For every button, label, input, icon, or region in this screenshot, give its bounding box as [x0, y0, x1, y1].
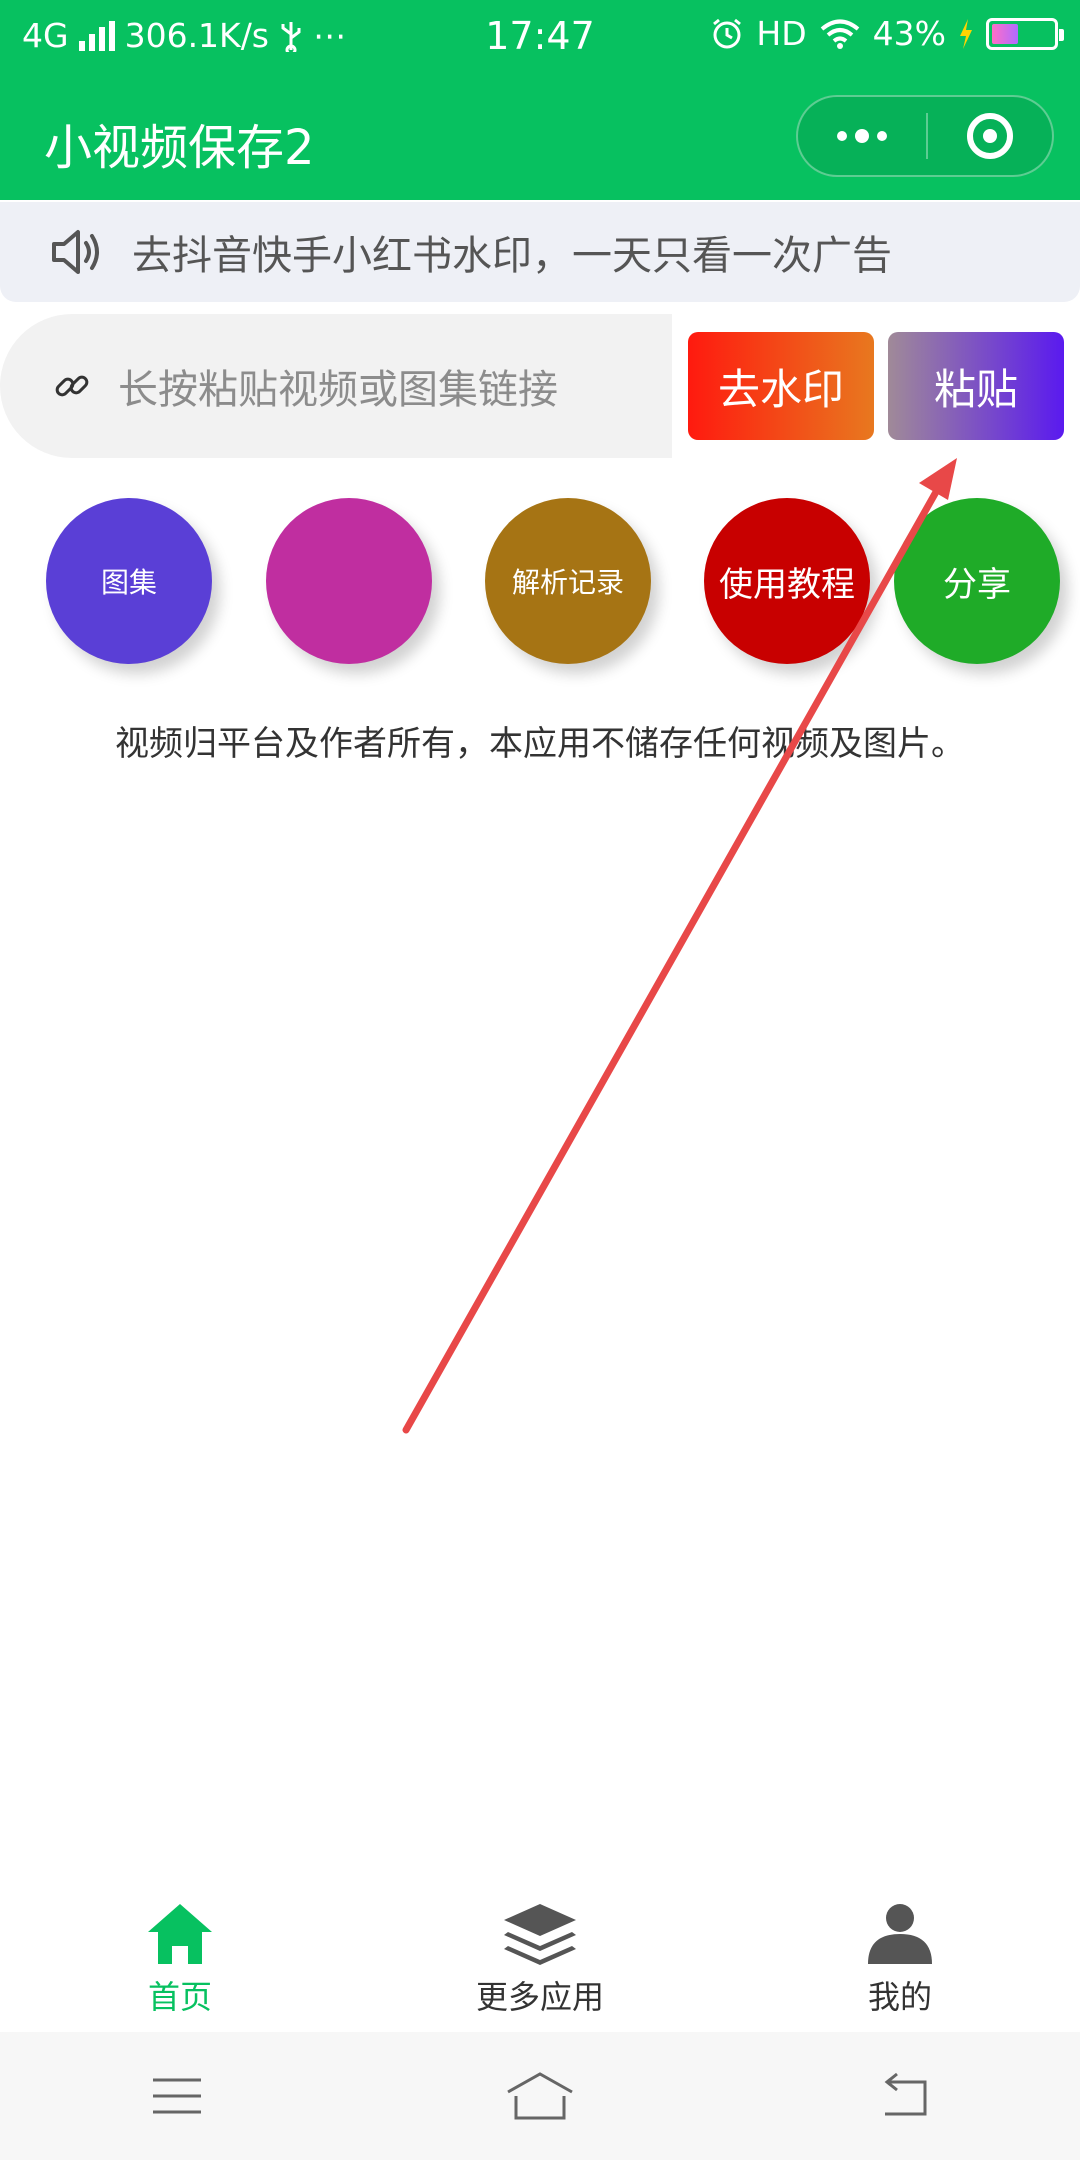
tab-more-apps[interactable]: 更多应用: [360, 1890, 720, 2030]
tutorial-button[interactable]: 使用教程: [704, 498, 870, 664]
target-icon: [967, 113, 1013, 159]
disclaimer-text: 视频归平台及作者所有，本应用不储存任何视频及图片。: [115, 724, 965, 764]
charging-icon: [960, 18, 972, 49]
history-button[interactable]: 解析记录: [485, 498, 651, 664]
gallery-button[interactable]: 图集: [46, 498, 212, 664]
remove-watermark-button[interactable]: 去水印: [688, 332, 874, 440]
menu-icon[interactable]: [149, 2074, 205, 2118]
home-icon: [148, 1904, 212, 1964]
layers-icon: [504, 1904, 576, 1965]
status-bar: 4G 306.1K/s ⋯ 17:47 HD 43%: [0, 0, 1080, 76]
link-input-placeholder: 长按粘贴视频或图集链接: [118, 367, 558, 413]
page-title: 小视频保存2: [44, 120, 315, 176]
notice-text: 去抖音快手小红书水印，一天只看一次广告: [132, 233, 892, 279]
mini-program-capsule: [796, 95, 1054, 177]
link-input[interactable]: 长按粘贴视频或图集链接: [0, 314, 672, 458]
more-menu-button[interactable]: [798, 97, 926, 175]
alarm-icon: [713, 18, 742, 48]
tab-bar: 首页 更多应用 我的: [0, 1890, 1080, 2030]
tab-home[interactable]: 首页: [0, 1890, 360, 2030]
notice-banner: 去抖音快手小红书水印，一天只看一次广告: [0, 202, 1080, 302]
user-icon: [868, 1904, 932, 1964]
wifi-icon: [820, 19, 859, 49]
paste-button[interactable]: 粘贴: [888, 332, 1064, 440]
share-button[interactable]: 分享: [894, 498, 1060, 664]
tab-mine-label: 我的: [867, 1978, 932, 2016]
back-icon[interactable]: [875, 2072, 931, 2120]
tab-mine[interactable]: 我的: [720, 1890, 1080, 2030]
hd-indicator: HD: [756, 14, 807, 53]
battery-icon: [986, 17, 1064, 50]
top-bar: 4G 306.1K/s ⋯ 17:47 HD 43% 小视频保存2: [0, 0, 1080, 200]
battery-percent: 43%: [872, 14, 946, 53]
tab-home-label: 首页: [147, 1978, 212, 2016]
link-icon: [55, 375, 89, 397]
speaker-icon: [52, 230, 99, 274]
blank-shortcut-button[interactable]: [266, 498, 432, 664]
close-mini-program-button[interactable]: [928, 97, 1052, 175]
home-nav-icon[interactable]: [504, 2070, 576, 2122]
tab-more-apps-label: 更多应用: [475, 1978, 604, 2016]
system-navigation-bar: [0, 2032, 1080, 2160]
